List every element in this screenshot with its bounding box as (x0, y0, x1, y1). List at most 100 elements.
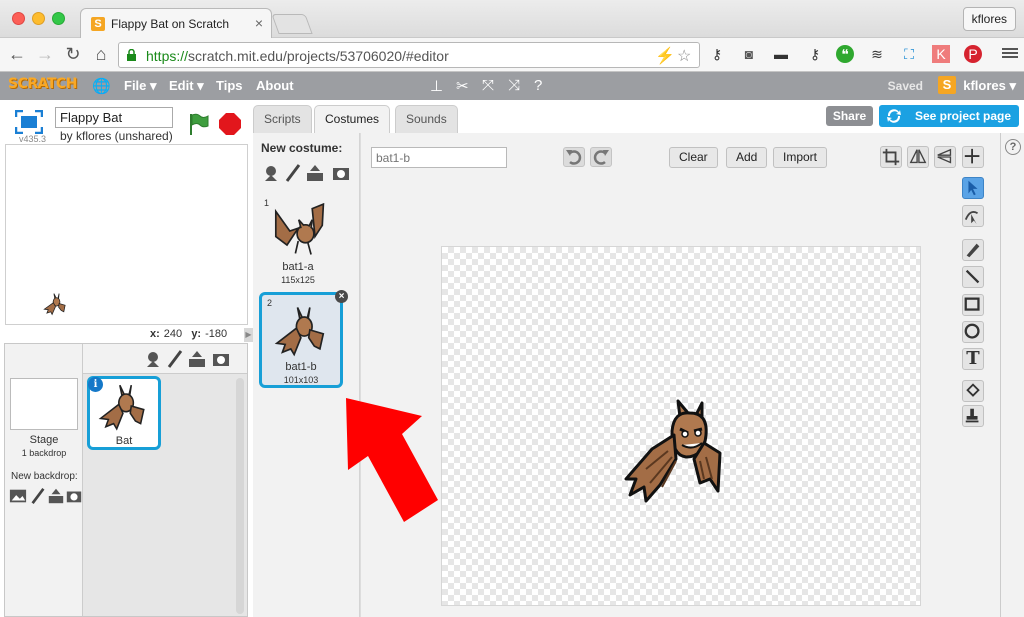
clear-button[interactable]: Clear (669, 147, 718, 168)
costume-size: 115x125 (281, 275, 315, 285)
close-window-button[interactable] (12, 12, 25, 25)
undo-icon[interactable] (563, 147, 585, 167)
grow-icon[interactable]: ⤧ (482, 77, 494, 94)
buffer-stack-icon[interactable]: ≋ (868, 45, 886, 63)
text-tool-icon[interactable]: T (962, 348, 984, 370)
share-button[interactable]: Share (826, 106, 873, 126)
scratch-favicon-icon: S (91, 17, 105, 31)
profile-button[interactable]: kflores (962, 7, 1016, 31)
green-flag-icon[interactable] (186, 112, 210, 136)
pocket-icon[interactable]: ◙ (740, 45, 758, 63)
language-globe-icon[interactable]: 🌐 (92, 77, 111, 95)
menu-about[interactable]: About (256, 78, 294, 93)
delete-costume-icon[interactable]: × (335, 290, 348, 303)
menu-file[interactable]: File ▾ (124, 78, 157, 94)
browser-titlebar: S Flappy Bat on Scratch × kflores (0, 0, 1024, 39)
lightning-icon[interactable]: ⚡ (655, 46, 675, 66)
user-avatar[interactable]: S (938, 76, 956, 94)
duplicate-stamp-icon[interactable]: ⊥ (430, 77, 443, 95)
pinterest-icon[interactable]: P (964, 45, 982, 63)
paint-new-sprite-icon[interactable] (165, 349, 185, 369)
extension-mask-icon[interactable]: ▬ (772, 45, 790, 63)
costume-number: 1 (264, 198, 270, 208)
rectangle-icon[interactable] (962, 294, 984, 316)
set-center-crosshair-icon[interactable] (962, 146, 984, 168)
fullscreen-icon[interactable] (15, 110, 43, 134)
paint-backdrop-icon[interactable] (29, 487, 47, 505)
hangouts-icon[interactable]: ❝ (836, 45, 854, 63)
red-annotation-arrow-icon (346, 398, 438, 522)
tab-costumes[interactable]: Costumes (314, 105, 391, 136)
collapse-stage-arrow-icon[interactable]: ▶ (244, 328, 253, 342)
stage-thumbnail[interactable] (10, 378, 78, 430)
costume-name-input[interactable] (371, 147, 507, 168)
browser-tab[interactable]: S Flappy Bat on Scratch × (80, 8, 272, 39)
crop-icon[interactable] (880, 146, 902, 168)
backdrop-library-icon[interactable] (9, 487, 27, 505)
screenshot-icon[interactable]: ⛶ (900, 45, 918, 63)
maximize-window-button[interactable] (52, 12, 65, 25)
sprite-tile-bat[interactable]: i Bat (87, 376, 161, 450)
ellipse-icon[interactable] (962, 321, 984, 343)
home-icon[interactable]: ⌂ (90, 43, 112, 65)
add-button[interactable]: Add (726, 147, 768, 168)
project-title-input[interactable] (55, 107, 173, 128)
see-project-page-button[interactable]: See project page (879, 105, 1019, 127)
shrink-icon[interactable]: ⤨ (508, 77, 520, 94)
extension-key-icon[interactable]: ⚷ (708, 45, 726, 63)
cut-scissors-icon[interactable]: ✂ (456, 77, 469, 95)
camera-backdrop-icon[interactable] (65, 487, 83, 505)
reshape-icon[interactable] (962, 205, 984, 227)
sprite-library-icon[interactable] (143, 349, 163, 369)
fill-bucket-icon[interactable] (962, 380, 984, 402)
flip-horizontal-icon[interactable] (907, 146, 929, 168)
reload-icon[interactable]: ↻ (62, 43, 84, 65)
costume-tile-2[interactable]: 2 bat1-b 101x103 × (259, 290, 348, 388)
forward-arrow-icon[interactable]: → (34, 43, 56, 65)
menu-edit[interactable]: Edit ▾ (169, 78, 204, 94)
redo-icon[interactable] (590, 147, 612, 167)
sprite-pane-scrollbar[interactable] (236, 378, 244, 614)
bookmark-star-icon[interactable]: ☆ (677, 46, 691, 66)
flip-vertical-icon[interactable] (934, 146, 956, 168)
upload-sprite-icon[interactable] (187, 349, 207, 369)
address-bar[interactable]: https://scratch.mit.edu/projects/5370602… (118, 42, 700, 68)
select-pointer-icon[interactable] (962, 177, 984, 199)
bat-costume-drawing[interactable] (622, 399, 726, 503)
tips-help-icon[interactable]: ? (1005, 139, 1021, 155)
import-button[interactable]: Import (773, 147, 828, 168)
lock-icon (127, 49, 136, 61)
scratch-logo[interactable]: SCRATCH (8, 76, 77, 92)
stop-sign-icon[interactable] (219, 113, 241, 135)
backdrop-count: 1 backdrop (21, 448, 67, 458)
minimize-window-button[interactable] (32, 12, 45, 25)
bat-sprite-on-stage[interactable] (42, 291, 70, 317)
new-backdrop-label: New backdrop: (11, 471, 78, 482)
stamp-icon[interactable] (962, 405, 984, 427)
tab-scripts[interactable]: Scripts (253, 105, 312, 133)
pencil-icon[interactable] (962, 239, 984, 261)
stage-canvas[interactable] (5, 144, 248, 325)
back-arrow-icon[interactable]: ← (6, 43, 28, 65)
costume-library-icon[interactable] (261, 163, 281, 183)
paint-canvas[interactable] (441, 246, 921, 606)
help-icon[interactable]: ? (534, 77, 542, 94)
upload-backdrop-icon[interactable] (47, 487, 65, 505)
line-icon[interactable] (962, 266, 984, 288)
bat1-a-thumbnail (274, 203, 325, 255)
camera-costume-icon[interactable] (331, 163, 351, 183)
sprite-info-icon[interactable]: i (88, 377, 103, 392)
extension-key2-icon[interactable]: ⚷ (806, 45, 824, 63)
menu-tips[interactable]: Tips (216, 78, 243, 93)
new-tab-button[interactable] (271, 14, 313, 34)
costume-tile-1[interactable]: 1 bat1-a 115x125 (259, 195, 343, 291)
paint-new-costume-icon[interactable] (283, 163, 303, 183)
tab-sounds[interactable]: Sounds (395, 105, 458, 133)
user-menu[interactable]: kflores ▾ (963, 78, 1016, 94)
upload-costume-icon[interactable] (305, 163, 325, 183)
tab-close-icon[interactable]: × (255, 15, 263, 31)
help-rail: ? (1000, 133, 1024, 617)
extension-k-icon[interactable]: K (932, 45, 950, 63)
chrome-menu-icon[interactable] (1002, 46, 1018, 62)
camera-sprite-icon[interactable] (211, 349, 231, 369)
